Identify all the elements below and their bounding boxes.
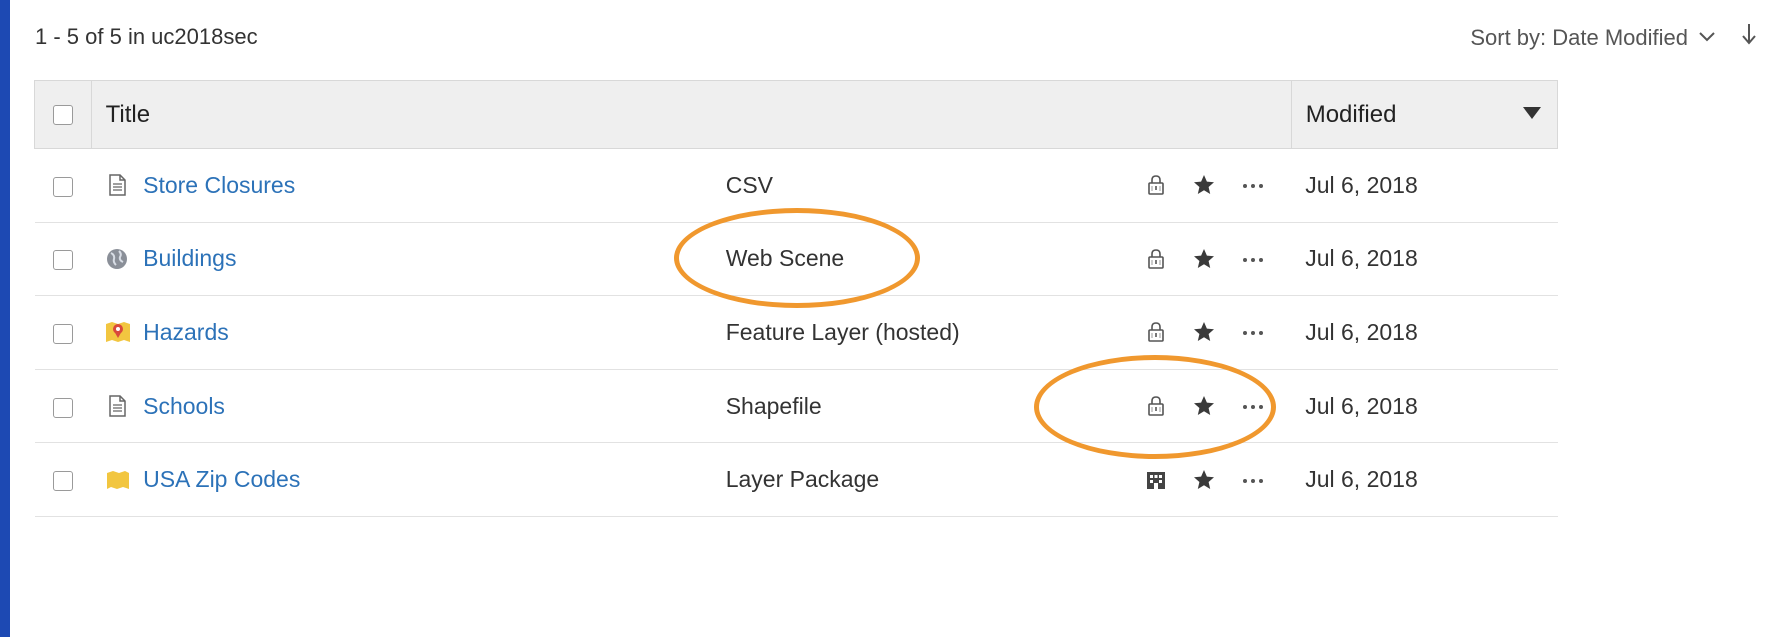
items-table: Title Modified Store Closures CSV Jul 6,… <box>34 80 1559 517</box>
row-select-cell <box>35 443 92 517</box>
chevron-down-icon[interactable] <box>1698 27 1716 48</box>
title-cell: Hazards <box>91 296 725 370</box>
select-all-checkbox[interactable] <box>53 105 73 126</box>
more-options-icon[interactable] <box>1240 468 1264 492</box>
sort-control[interactable]: Sort by: Date Modified <box>1470 22 1758 53</box>
more-options-icon[interactable] <box>1240 173 1264 197</box>
select-all-cell <box>34 80 92 149</box>
title-cell: USA Zip Codes <box>91 443 725 517</box>
item-title-link[interactable]: Buildings <box>143 245 236 272</box>
table-row[interactable]: Hazards Feature Layer (hosted) Jul 6, 20… <box>34 296 1558 370</box>
modified-date: Jul 6, 2018 <box>1305 466 1418 493</box>
sort-descending-icon <box>1523 107 1541 119</box>
organization-icon[interactable] <box>1144 468 1168 492</box>
lock-icon[interactable] <box>1144 320 1168 344</box>
more-options-icon[interactable] <box>1240 320 1264 344</box>
favorite-star-icon[interactable] <box>1192 320 1216 344</box>
item-title-link[interactable]: Hazards <box>143 319 229 346</box>
row-actions <box>1100 222 1291 296</box>
row-checkbox[interactable] <box>52 397 73 418</box>
modified-date: Jul 6, 2018 <box>1305 171 1418 198</box>
row-select-cell <box>35 149 92 223</box>
globe-icon <box>105 247 129 271</box>
table-row[interactable]: Buildings Web Scene Jul 6, 2018 <box>34 222 1558 296</box>
item-title-link[interactable]: Schools <box>143 393 225 420</box>
title-cell: Buildings <box>91 222 725 296</box>
row-select-cell <box>35 222 92 296</box>
lock-icon[interactable] <box>1144 394 1168 418</box>
row-actions <box>1100 369 1291 443</box>
favorite-star-icon[interactable] <box>1192 247 1216 271</box>
item-type: Web Scene <box>725 245 845 272</box>
title-cell: Schools <box>91 369 725 443</box>
row-select-cell <box>35 369 92 443</box>
lock-icon[interactable] <box>1144 247 1168 271</box>
table-header-row: Title Modified <box>34 80 1559 149</box>
map-marker-icon <box>105 320 131 344</box>
favorite-star-icon[interactable] <box>1192 468 1216 492</box>
row-select-cell <box>35 296 92 370</box>
more-options-icon[interactable] <box>1240 394 1264 418</box>
modified-date: Jul 6, 2018 <box>1305 318 1418 345</box>
modified-date: Jul 6, 2018 <box>1305 392 1418 419</box>
favorite-star-icon[interactable] <box>1192 173 1216 197</box>
row-actions <box>1100 296 1291 370</box>
item-type: Shapefile <box>725 392 822 419</box>
item-type: Layer Package <box>725 466 880 493</box>
item-title-link[interactable]: Store Closures <box>143 172 295 199</box>
arrow-down-icon[interactable] <box>1740 22 1758 53</box>
title-cell: Store Closures <box>91 149 725 223</box>
sort-label: Sort by: Date Modified <box>1470 24 1688 50</box>
lock-icon[interactable] <box>1144 173 1168 197</box>
row-actions <box>1100 149 1291 223</box>
favorite-star-icon[interactable] <box>1192 394 1216 418</box>
table-row[interactable]: USA Zip Codes Layer Package Jul 6, 2018 <box>34 443 1558 517</box>
table-row[interactable]: Store Closures CSV Jul 6, 2018 <box>34 149 1558 223</box>
content-panel: 1 - 5 of 5 in uc2018sec Sort by: Date Mo… <box>10 0 1768 637</box>
title-column-header[interactable]: Title <box>91 80 1292 149</box>
modified-column-header[interactable]: Modified <box>1290 80 1559 149</box>
modified-date: Jul 6, 2018 <box>1305 245 1418 272</box>
table-row[interactable]: Schools Shapefile Jul 6, 2018 <box>34 369 1558 443</box>
more-options-icon[interactable] <box>1240 247 1264 271</box>
item-type: CSV <box>725 171 774 198</box>
item-title-link[interactable]: USA Zip Codes <box>143 466 300 493</box>
row-checkbox[interactable] <box>52 471 73 492</box>
row-checkbox[interactable] <box>52 176 73 197</box>
results-summary: 1 - 5 of 5 in uc2018sec <box>35 24 258 49</box>
row-actions <box>1100 443 1291 517</box>
layer-icon <box>105 468 130 492</box>
row-checkbox[interactable] <box>52 323 73 344</box>
document-icon <box>105 173 129 197</box>
item-type: Feature Layer (hosted) <box>725 318 960 345</box>
document-icon <box>105 394 129 418</box>
modified-header-label: Modified <box>1305 100 1397 128</box>
row-checkbox[interactable] <box>52 250 73 271</box>
